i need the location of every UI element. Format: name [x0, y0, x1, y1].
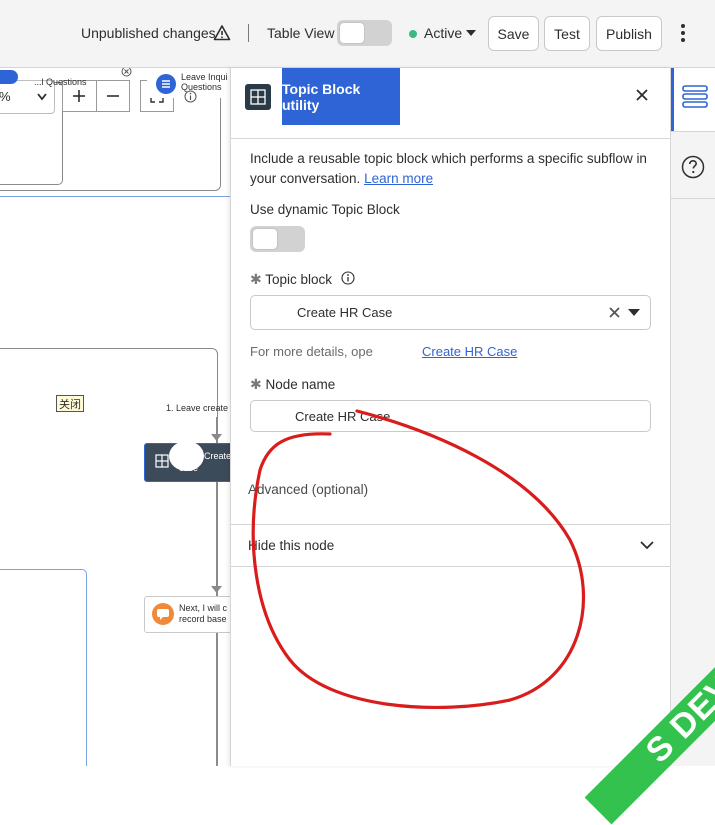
advanced-section[interactable]: Advanced (optional): [248, 482, 368, 497]
close-icon[interactable]: [121, 68, 132, 77]
unpublished-changes-text: Unpublished changes: [81, 25, 216, 41]
table-view-label: Table View: [267, 25, 335, 41]
node-label-next: Next, I will c: [179, 603, 228, 613]
node-label-create: Create: [204, 451, 230, 461]
close-icon[interactable]: [633, 86, 651, 104]
chat-icon: [152, 603, 174, 625]
status-dropdown[interactable]: Active: [424, 25, 462, 41]
clear-icon[interactable]: [608, 306, 621, 319]
node-create-case[interactable]: Create case: [144, 441, 230, 482]
close-tooltip[interactable]: 关闭: [56, 395, 84, 412]
node-label-record: record base: [179, 614, 227, 624]
node-icon: [0, 70, 18, 84]
chevron-down-icon: [37, 93, 47, 101]
topic-block-select[interactable]: Create HR Case: [250, 295, 651, 330]
chevron-down-icon[interactable]: [466, 30, 476, 36]
zoom-in-icon[interactable]: [71, 88, 87, 104]
branch-label: 1. Leave create: [166, 403, 229, 413]
topic-block-panel: Topic Block utility Include a reusable t…: [230, 68, 671, 766]
node-label-case: case: [179, 463, 199, 473]
node-name-input[interactable]: Create HR Case: [250, 400, 651, 432]
section-divider: [231, 566, 671, 567]
chevron-down-icon[interactable]: [640, 541, 654, 550]
publish-button[interactable]: Publish: [596, 16, 662, 51]
list-icon: [156, 74, 176, 94]
details-text: For more details, ope: [250, 344, 373, 359]
right-rail: [670, 68, 715, 766]
hide-node-label[interactable]: Hide this node: [248, 538, 334, 553]
section-divider: [231, 524, 671, 525]
topic-block-icon: [245, 84, 271, 110]
status-dot-icon: [409, 30, 417, 38]
panel-header-divider: [231, 138, 671, 139]
flow-group-selected: [0, 569, 87, 766]
node-label-questions: ...l Questions: [34, 77, 87, 87]
chevron-down-icon[interactable]: [628, 309, 640, 317]
dynamic-topic-toggle[interactable]: [250, 226, 305, 252]
table-view-toggle[interactable]: [337, 20, 392, 46]
topic-block-value: Create HR Case: [297, 305, 393, 320]
arrow-down-icon: [211, 586, 222, 593]
flow-canvas[interactable]: % ...l Questions Leave Inqui Questions 关…: [0, 68, 230, 766]
zoom-out-icon[interactable]: [105, 88, 121, 104]
required-icon: ✱: [250, 376, 262, 392]
node-name-value: Create HR Case: [295, 409, 391, 424]
panel-title: Topic Block utility: [282, 68, 400, 125]
info-icon[interactable]: [184, 90, 197, 103]
top-toolbar: Unpublished changes Table View Active Sa…: [0, 0, 715, 68]
selection-border: [0, 196, 230, 197]
required-icon: ✱: [250, 271, 262, 287]
warning-icon: [213, 25, 231, 41]
save-button[interactable]: Save: [488, 16, 539, 51]
details-link[interactable]: Create HR Case: [422, 344, 517, 359]
dynamic-topic-label: Use dynamic Topic Block: [250, 202, 400, 217]
topic-block-label: ✱ Topic block: [250, 271, 333, 287]
learn-more-link[interactable]: Learn more: [364, 171, 433, 186]
toolbar-separator: [248, 24, 249, 42]
node-next-message[interactable]: Next, I will c record base: [144, 596, 230, 633]
arrow-down-icon: [211, 434, 222, 441]
help-icon[interactable]: [681, 155, 705, 179]
node-name-label: ✱ Node name: [250, 376, 336, 392]
properties-icon: [682, 85, 708, 108]
test-button[interactable]: Test: [544, 16, 590, 51]
more-options-icon[interactable]: [680, 24, 686, 44]
panel-description: Include a reusable topic block which per…: [250, 151, 647, 186]
topic-block-icon: [155, 454, 169, 468]
info-icon[interactable]: [341, 271, 355, 285]
node-label-leave: Leave Inqui: [181, 72, 228, 82]
rail-tab-properties[interactable]: [671, 68, 715, 131]
